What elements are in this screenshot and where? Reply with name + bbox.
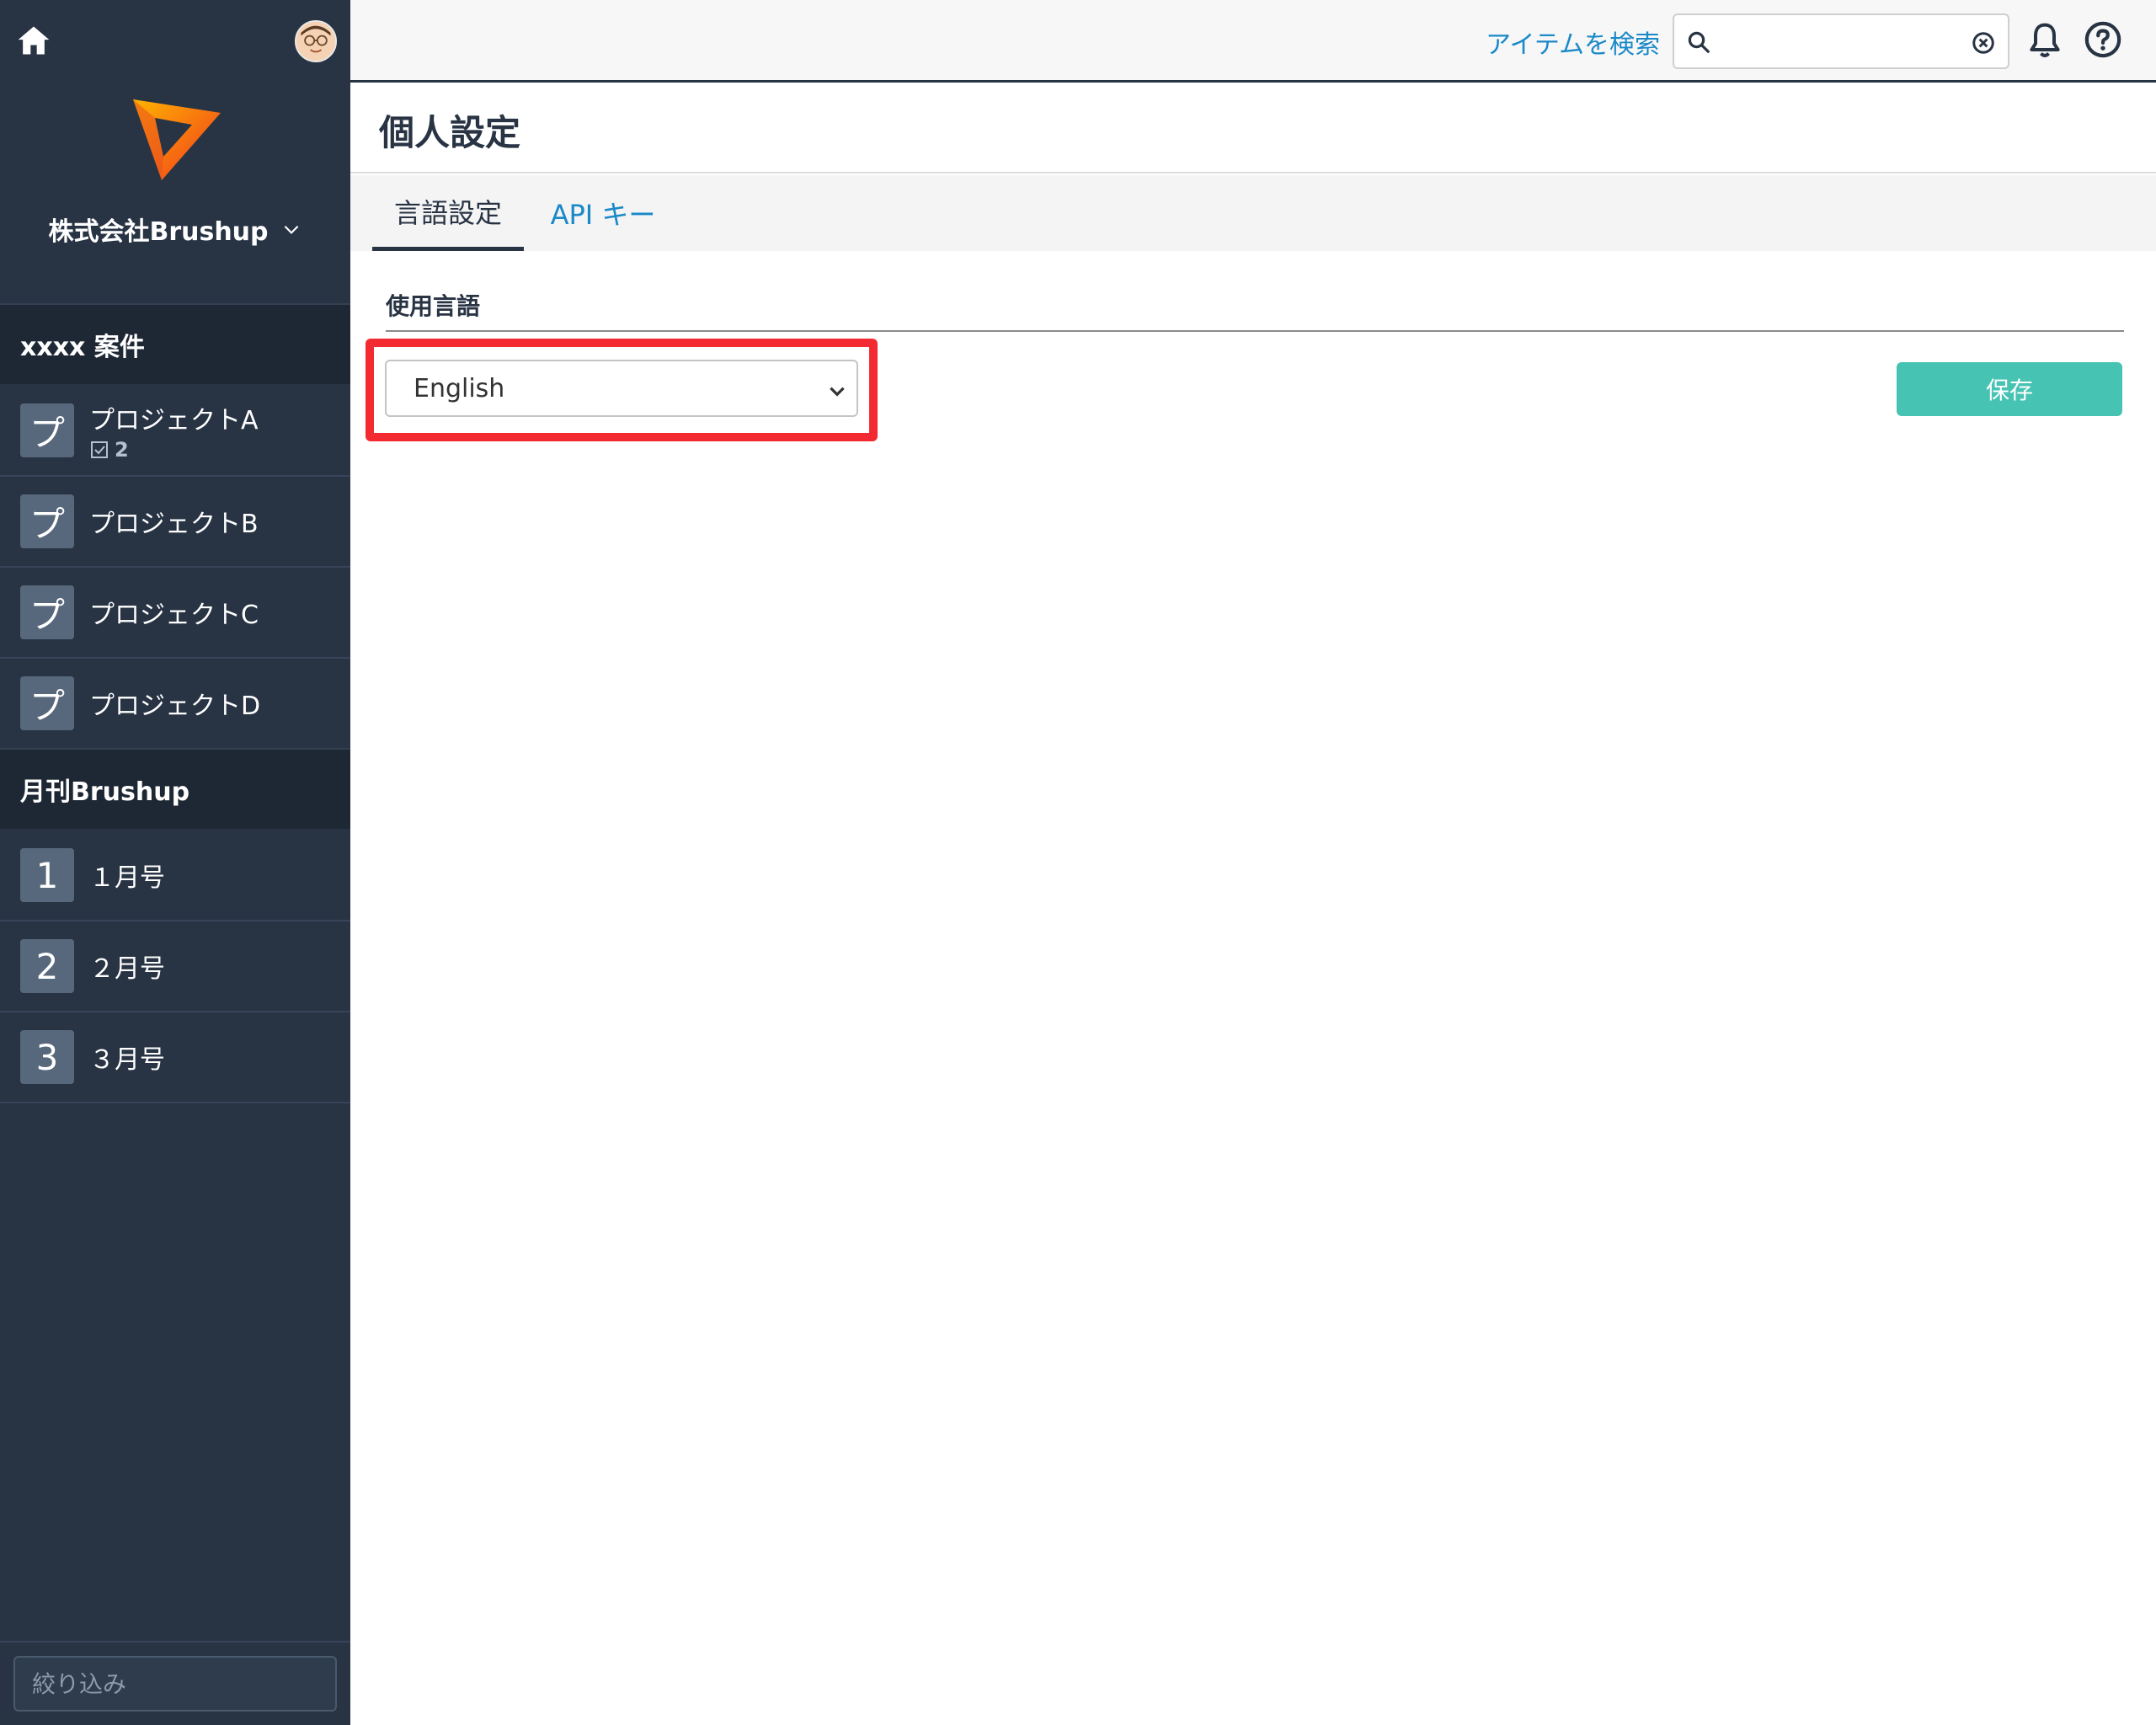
home-icon[interactable]	[15, 22, 52, 59]
sidebar: 株式会社Brushup xxxx 案件 プ プロジェクトA 2 プ プロジェクト…	[0, 0, 350, 1725]
org-selector[interactable]: 株式会社Brushup	[0, 207, 350, 251]
checkbox-icon	[91, 441, 108, 458]
sidebar-item-label: プロジェクトA	[89, 406, 259, 435]
brushup-logo	[133, 99, 221, 180]
help-icon[interactable]	[2084, 20, 2122, 59]
chevron-down-icon	[284, 225, 298, 234]
sidebar-item-project-c[interactable]: プ プロジェクトC	[0, 568, 350, 659]
user-avatar[interactable]	[295, 20, 337, 62]
language-field-label: 使用言語	[386, 292, 481, 320]
task-count-value: 2	[115, 438, 129, 462]
tab-api-key[interactable]: API キー	[536, 175, 670, 251]
sidebar-section-header: xxxx 案件	[0, 303, 350, 384]
item-badge: プ	[20, 494, 74, 548]
search-icon	[1688, 31, 1710, 53]
item-badge: プ	[20, 403, 74, 457]
filter-input[interactable]	[13, 1656, 337, 1712]
sidebar-item-label: ２月号	[89, 954, 165, 984]
item-badge: 1	[20, 848, 74, 902]
item-badge: 3	[20, 1030, 74, 1084]
org-name: 株式会社Brushup	[48, 217, 269, 247]
item-search-link[interactable]: アイテムを検索	[1486, 24, 1660, 61]
item-badge: プ	[20, 585, 74, 639]
sidebar-item-label: プロジェクトC	[89, 601, 259, 630]
field-divider	[386, 330, 2124, 332]
clear-icon[interactable]	[1971, 30, 1996, 56]
sidebar-item-issue-1[interactable]: 1 １月号	[0, 830, 350, 921]
search-box	[1673, 13, 2009, 69]
language-selected-value: English	[414, 373, 505, 403]
sidebar-item-project-b[interactable]: プ プロジェクトB	[0, 477, 350, 568]
page-title: 個人設定	[379, 112, 521, 153]
tab-bar: 言語設定 API キー	[350, 175, 2156, 251]
item-badge: プ	[20, 676, 74, 730]
sidebar-item-project-d[interactable]: プ プロジェクトD	[0, 659, 350, 750]
sidebar-item-label: １月号	[89, 863, 165, 893]
page-header: 個人設定	[350, 84, 2156, 174]
search-input[interactable]	[1720, 22, 1964, 61]
save-button[interactable]: 保存	[1897, 362, 2122, 416]
item-badge: 2	[20, 939, 74, 993]
sidebar-item-issue-2[interactable]: 2 ２月号	[0, 921, 350, 1012]
avatar-face-icon	[296, 22, 335, 61]
sidebar-item-issue-3[interactable]: 3 ３月号	[0, 1012, 350, 1103]
tab-language-settings[interactable]: 言語設定	[372, 175, 524, 251]
task-count: 2	[89, 438, 259, 462]
sidebar-item-label: プロジェクトD	[89, 692, 261, 721]
sidebar-item-label: ３月号	[89, 1045, 165, 1075]
language-select[interactable]: English	[385, 360, 858, 417]
sidebar-section-header: 月刊Brushup	[0, 748, 350, 829]
sidebar-item-project-a[interactable]: プ プロジェクトA 2	[0, 386, 350, 477]
top-bar: アイテムを検索	[350, 0, 2156, 83]
filter-area	[0, 1641, 350, 1725]
chevron-down-icon	[830, 387, 845, 397]
sidebar-item-label: プロジェクトB	[89, 510, 259, 539]
bell-icon[interactable]	[2026, 20, 2063, 61]
